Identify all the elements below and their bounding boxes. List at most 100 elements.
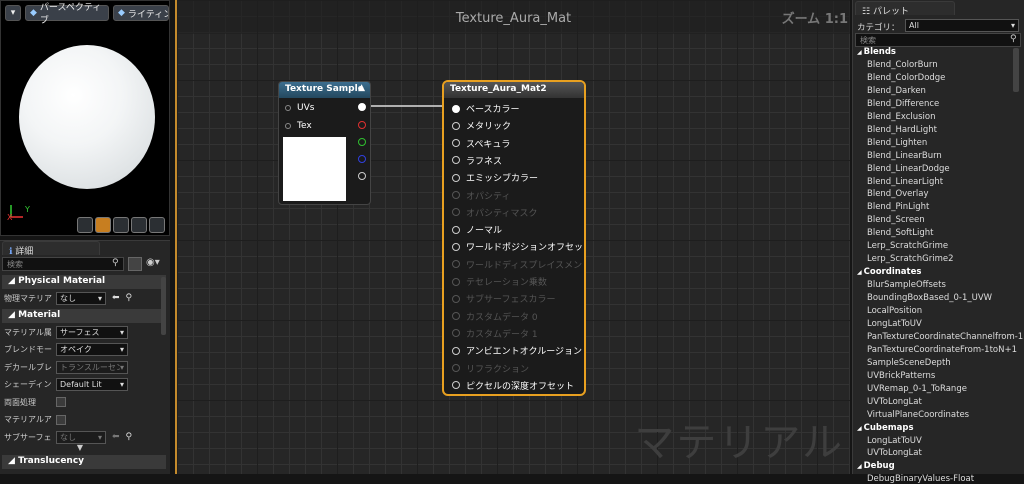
palette-item[interactable]: Blend_LinearBurn <box>867 151 942 161</box>
palette-item[interactable]: LongLatToUV <box>867 436 922 446</box>
cube-preview-icon[interactable] <box>131 217 147 233</box>
cylinder-preview-icon[interactable] <box>77 217 93 233</box>
texture-sample-node[interactable]: Texture Sample ▲ UVs Tex <box>278 81 371 205</box>
pin-icon <box>452 208 460 217</box>
g-output-pin[interactable] <box>358 138 366 146</box>
browse-search-icon[interactable]: ⚲ <box>126 432 133 442</box>
tex-input-pin[interactable]: Tex <box>285 121 312 131</box>
texture-sample-header[interactable]: Texture Sample ▲ <box>279 82 370 98</box>
material-input-pin[interactable]: ラフネス <box>452 154 502 167</box>
palette-category[interactable]: ◢ Blends <box>857 47 896 57</box>
material-input-pin[interactable]: ベースカラー <box>452 102 520 115</box>
material-input-pin[interactable]: メタリック <box>452 119 511 132</box>
palette-item[interactable]: LongLatToUV <box>867 319 922 329</box>
palette-item[interactable]: Blend_ColorDodge <box>867 73 945 83</box>
plane-preview-icon[interactable] <box>113 217 129 233</box>
search-icon[interactable]: ⚲ <box>112 258 119 268</box>
palette-item[interactable]: Blend_Difference <box>867 99 939 109</box>
section-translucency[interactable]: ◢ Translucency <box>2 455 166 469</box>
sphere-preview-icon[interactable] <box>95 217 111 233</box>
palette-item[interactable]: PanTextureCoordinateFrom-1toN+1 <box>867 345 1017 355</box>
palette-item[interactable]: Blend_ColorBurn <box>867 60 938 70</box>
rgb-output-pin[interactable] <box>358 103 366 111</box>
section-material[interactable]: ◢ Material <box>2 309 166 323</box>
category-dropdown[interactable]: All ▾ <box>905 19 1019 32</box>
palette-item[interactable]: Blend_Screen <box>867 215 925 225</box>
material-prop-dropdown[interactable]: オペイク ▾ <box>56 343 128 356</box>
section-physical-material[interactable]: ◢ Physical Material <box>2 275 166 289</box>
palette-category[interactable]: ◢ Coordinates <box>857 267 921 277</box>
palette-item[interactable]: VirtualPlaneCoordinates <box>867 410 969 420</box>
palette-item[interactable]: UVBrickPatterns <box>867 371 935 381</box>
material-input-pin[interactable]: エミッシブカラー <box>452 171 538 184</box>
palette-scrollbar[interactable] <box>1013 48 1019 92</box>
material-prop-checkbox[interactable] <box>56 414 66 425</box>
collapse-arrow-icon[interactable]: ▲ <box>358 83 365 93</box>
palette-item[interactable]: Blend_Overlay <box>867 189 929 199</box>
tab-details[interactable]: ℹ 詳細 <box>2 241 100 257</box>
material-prop-dropdown[interactable]: Default Lit ▾ <box>56 378 128 391</box>
palette-item[interactable]: Blend_Darken <box>867 86 926 96</box>
grid-view-icon[interactable] <box>128 257 142 271</box>
palette-category[interactable]: ◢ Cubemaps <box>857 423 914 433</box>
palette-item[interactable]: Blend_LinearLight <box>867 177 943 187</box>
search-icon[interactable]: ⚲ <box>1010 34 1017 44</box>
palette-item[interactable]: UVRemap_0-1_ToRange <box>867 384 967 394</box>
palette-item[interactable]: UVToLongLat <box>867 448 922 458</box>
material-prop-dropdown[interactable]: トランスルーセント▾ <box>56 360 128 374</box>
material-prop-dropdown[interactable]: サーフェス ▾ <box>56 325 128 339</box>
b-output-pin[interactable] <box>358 155 366 163</box>
palette-item[interactable]: BoundingBoxBased_0-1_UVW <box>867 293 992 303</box>
palette-item[interactable]: Lerp_ScratchGrime <box>867 241 948 251</box>
material-input-pin[interactable]: アンビエントオクルージョン <box>452 344 582 357</box>
material-prop-row: ブレンドモー オペイク ▾ <box>4 342 159 358</box>
palette-search-input[interactable]: 検索 <box>855 33 1021 47</box>
use-selected-arrow-icon[interactable]: ⬅ <box>112 293 120 303</box>
palette-item[interactable]: LocalPosition <box>867 306 922 316</box>
material-input-pin[interactable]: ワールドポジションオフセット <box>452 240 584 253</box>
physical-material-dropdown[interactable]: なし ▾ <box>56 291 106 305</box>
perspective-button[interactable]: ◆ パースペクティブ <box>25 3 109 26</box>
palette-item[interactable]: Blend_Exclusion <box>867 112 936 122</box>
material-input-pin[interactable]: ノーマル <box>452 223 502 236</box>
palette-item[interactable]: BlurSampleOffsets <box>867 280 946 290</box>
teapot-preview-icon[interactable] <box>149 217 165 233</box>
palette-item[interactable]: Blend_SoftLight <box>867 228 933 238</box>
eye-icon[interactable]: ◉▾ <box>146 257 166 271</box>
palette-item[interactable]: SampleSceneDepth <box>867 358 951 368</box>
palette-item[interactable]: Lerp_ScratchGrime2 <box>867 254 953 264</box>
r-output-pin[interactable] <box>358 121 366 129</box>
material-prop-dropdown[interactable]: なし ▾ <box>56 430 106 444</box>
palette-item[interactable]: DebugBinaryValues-Float <box>867 474 974 484</box>
palette-item[interactable]: Blend_HardLight <box>867 125 937 135</box>
palette-item[interactable]: Blend_Lighten <box>867 138 927 148</box>
preview-viewport[interactable]: ▾ ◆ パースペクティブ ◆ ライティング Y X <box>0 0 170 236</box>
palette-category[interactable]: ◢ Debug <box>857 461 895 471</box>
browse-search-icon[interactable]: ⚲ <box>126 293 133 303</box>
a-output-pin[interactable] <box>358 172 366 180</box>
material-prop-checkbox[interactable] <box>56 397 66 407</box>
material-graph-canvas[interactable]: Texture_Aura_Mat ズーム 1:1 マテリアル Texture S… <box>175 0 850 474</box>
material-output-header[interactable]: Texture_Aura_Mat2 <box>444 82 584 98</box>
palette-item[interactable]: PanTextureCoordinateChannelfrom-1 <box>867 332 1023 342</box>
palette-item[interactable]: Blend_LinearDodge <box>867 164 950 174</box>
palette-item[interactable]: UVToLongLat <box>867 397 922 407</box>
details-search-input[interactable]: 検索 <box>2 257 124 271</box>
palette-panel: ☷ パレット カテゴリ： All ▾ 検索 ⚲ ◢ Blends Blend_Colo… <box>852 0 1024 484</box>
pin-icon <box>452 173 460 182</box>
palette-icon: ☷ <box>862 7 871 17</box>
material-input-pin[interactable]: スペキュラ <box>452 137 510 150</box>
palette-item[interactable]: Blend_PinLight <box>867 202 929 212</box>
pin-icon <box>452 364 460 372</box>
lighting-button[interactable]: ◆ ライティング <box>113 5 169 21</box>
details-scrollbar[interactable] <box>161 277 166 335</box>
viewport-menu-button[interactable]: ▾ <box>5 5 21 21</box>
material-input-pin[interactable]: ピクセルの深度オフセット <box>452 379 574 392</box>
uvs-input-pin[interactable]: UVs <box>285 103 314 113</box>
dropdown-arrow-icon: ▾ <box>119 362 124 372</box>
tab-palette[interactable]: ☷ パレット <box>855 1 955 17</box>
collapse-icon: ◢ <box>8 456 19 466</box>
expand-advanced-icon[interactable]: ▼ <box>60 443 100 452</box>
use-selected-arrow-icon[interactable]: ⬅ <box>112 432 120 442</box>
material-output-node[interactable]: Texture_Aura_Mat2 ベースカラー メタリックスペキュララフネスエミ… <box>442 80 586 396</box>
